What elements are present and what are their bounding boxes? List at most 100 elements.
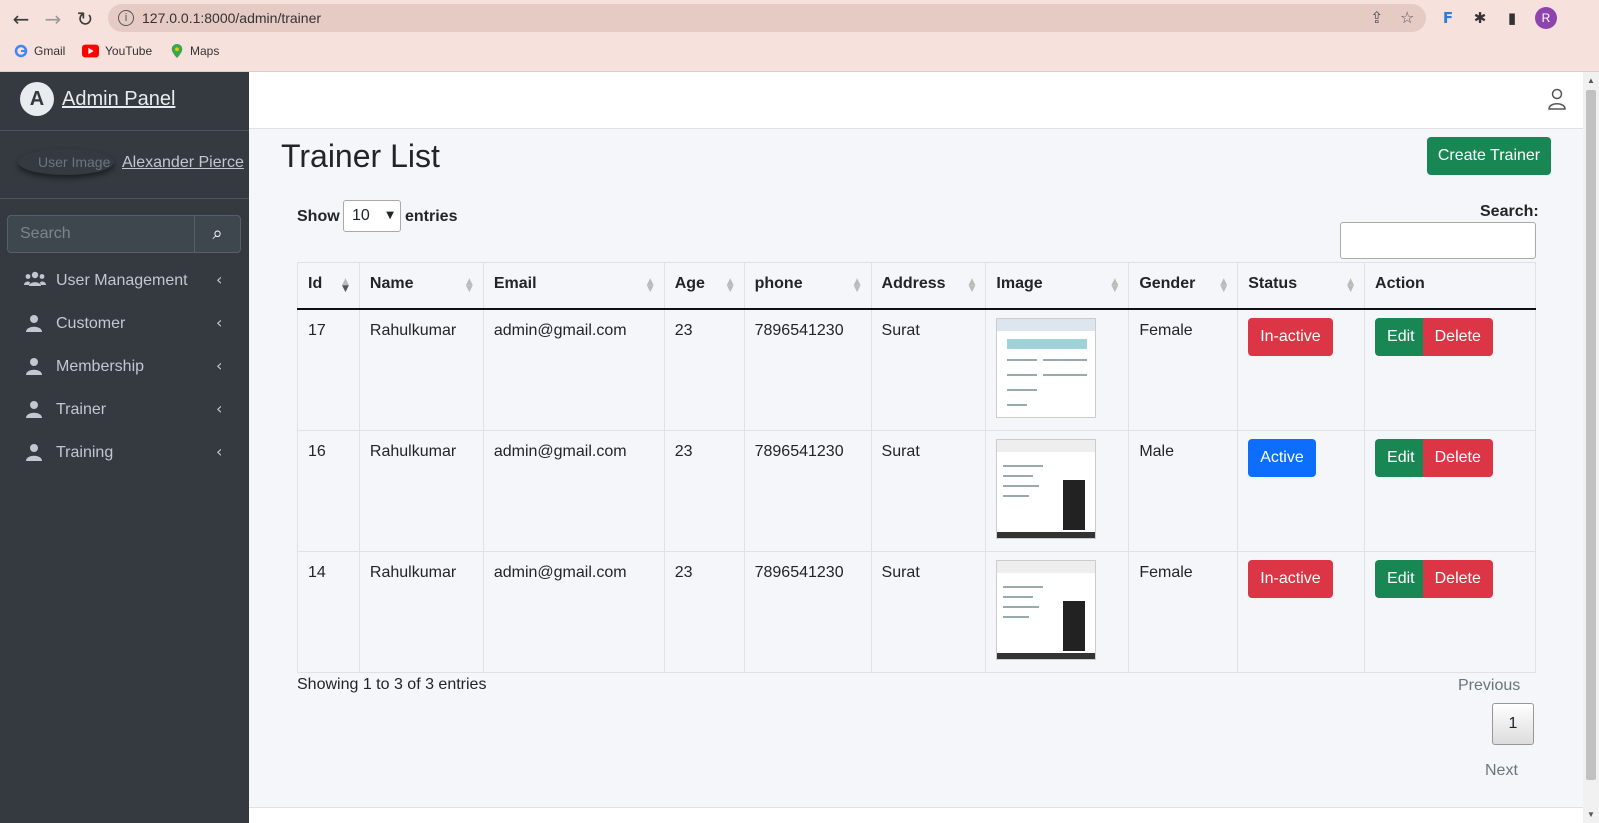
column-header-gender[interactable]: Gender ▲ ▼ — [1128, 262, 1239, 310]
back-icon[interactable]: ← — [10, 8, 32, 30]
cell-gender: Male — [1128, 429, 1239, 552]
column-header-email[interactable]: Email ▲ ▼ — [482, 262, 665, 310]
profile-avatar[interactable]: R — [1535, 7, 1557, 29]
sidebar-item-trainer[interactable]: Trainer ‹ — [8, 391, 240, 429]
create-trainer-button[interactable]: Create Trainer — [1427, 137, 1551, 175]
sidebar-search: ⌕ — [7, 215, 241, 253]
user-name-link[interactable]: Alexander Pierce — [122, 154, 244, 172]
forward-icon[interactable]: → — [42, 8, 64, 30]
cell-image — [985, 550, 1130, 673]
table-header-row: Id ▲ ▼ Name ▲ ▼ Email ▲ ▼ Age ▲ ▼ phone ▲ ▼ Addres… — [297, 262, 1536, 310]
column-header-image[interactable]: Image ▲ ▼ — [985, 262, 1130, 310]
sort-icon: ▲ ▼ — [1111, 277, 1119, 294]
chevron-left-icon: ‹ — [216, 356, 223, 375]
scroll-down-icon[interactable]: ▼ — [1587, 810, 1595, 819]
browser-toolbar: ← → ↻ i 127.0.0.1:8000/admin/trainer ⇪ ☆… — [0, 0, 1599, 72]
footer — [249, 807, 1583, 823]
trainer-image — [996, 317, 1097, 418]
chevron-left-icon: ‹ — [216, 442, 223, 461]
extension-icon[interactable]: F — [1438, 8, 1458, 28]
reload-icon[interactable]: ↻ — [74, 8, 96, 30]
entries-length-select[interactable]: 10 ▼ — [343, 200, 401, 232]
search-icon[interactable]: ⌕ — [195, 216, 240, 252]
maps-icon — [171, 44, 183, 58]
brand[interactable]: A Admin Panel — [0, 72, 249, 131]
sort-icon: ▲ ▼ — [465, 277, 473, 294]
sort-icon: ▲ ▼ — [1220, 277, 1228, 294]
search-label: Search: — [1480, 203, 1539, 220]
star-icon[interactable]: ☆ — [1400, 8, 1414, 27]
pagination-page-1[interactable]: 1 — [1492, 703, 1534, 745]
column-header-name[interactable]: Name ▲ ▼ — [358, 262, 484, 310]
trainer-image — [996, 438, 1097, 539]
user-icon — [24, 400, 44, 420]
column-header-age[interactable]: Age ▲ ▼ — [663, 262, 745, 310]
pagination-next[interactable]: Next — [1485, 762, 1518, 780]
delete-button[interactable]: Delete — [1422, 317, 1493, 356]
user-icon — [24, 357, 44, 377]
column-header-phone[interactable]: phone ▲ ▼ — [743, 262, 872, 310]
cell-action: Edit Delete — [1364, 308, 1536, 431]
cell-age: 23 — [663, 550, 745, 673]
column-header-status[interactable]: Status ▲ ▼ — [1237, 262, 1366, 310]
sidebar-search-input[interactable] — [8, 216, 195, 252]
user-image: User Image — [18, 149, 114, 175]
scroll-thumb[interactable] — [1586, 90, 1596, 780]
edit-button[interactable]: Edit — [1375, 438, 1427, 477]
brand-text[interactable]: Admin Panel — [62, 88, 175, 111]
cell-name: Rahulkumar — [358, 429, 484, 552]
users-icon — [24, 271, 46, 291]
sort-icon: ▲ ▼ — [968, 277, 976, 294]
sidebar-item-membership[interactable]: Membership ‹ — [8, 348, 240, 386]
site-info-icon[interactable]: i — [118, 10, 134, 26]
edit-button[interactable]: Edit — [1375, 559, 1427, 598]
bookmark-gmail[interactable]: Gmail — [14, 44, 65, 58]
sidebar-item-user-management[interactable]: User Management ‹ — [8, 262, 240, 300]
scroll-up-icon[interactable]: ▲ — [1587, 76, 1595, 85]
cell-id: 16 — [297, 429, 360, 552]
cell-image — [985, 429, 1130, 552]
sidebar-item-training[interactable]: Training ‹ — [8, 434, 240, 472]
cell-email: admin@gmail.com — [482, 550, 665, 673]
column-header-address[interactable]: Address ▲ ▼ — [870, 262, 987, 310]
pagination-previous[interactable]: Previous — [1458, 677, 1520, 695]
cell-name: Rahulkumar — [358, 550, 484, 673]
cell-status: In-active — [1237, 308, 1366, 431]
page-scrollbar[interactable]: ▲ ▼ — [1583, 72, 1599, 823]
bookmark-maps[interactable]: Maps — [170, 44, 219, 58]
puzzle-icon[interactable]: ✱ — [1470, 8, 1490, 28]
side-panel-icon[interactable]: ▮ — [1502, 8, 1522, 28]
user-menu-icon[interactable] — [1547, 88, 1567, 110]
sidebar: A Admin Panel User Image Alexander Pierc… — [0, 72, 249, 823]
delete-button[interactable]: Delete — [1422, 438, 1493, 477]
edit-button[interactable]: Edit — [1375, 317, 1427, 356]
table-search-input[interactable] — [1340, 222, 1536, 259]
brand-logo: A — [20, 82, 54, 116]
address-bar[interactable]: i 127.0.0.1:8000/admin/trainer ⇪ ☆ — [108, 4, 1426, 32]
user-icon — [24, 443, 44, 463]
top-navbar — [249, 72, 1583, 129]
cell-address: Surat — [870, 429, 987, 552]
cell-action: Edit Delete — [1364, 429, 1536, 552]
cell-phone: 7896541230 — [743, 550, 872, 673]
url-text: 127.0.0.1:8000/admin/trainer — [142, 10, 322, 26]
bookmark-youtube[interactable]: YouTube — [82, 44, 152, 58]
chevron-down-icon: ▼ — [386, 210, 394, 221]
share-icon[interactable]: ⇪ — [1370, 8, 1383, 27]
cell-phone: 7896541230 — [743, 308, 872, 431]
status-badge[interactable]: In-active — [1248, 317, 1333, 356]
cell-address: Surat — [870, 550, 987, 673]
google-icon — [14, 44, 28, 58]
delete-button[interactable]: Delete — [1422, 559, 1493, 598]
cell-age: 23 — [663, 429, 745, 552]
page-title: Trainer List — [281, 138, 440, 174]
column-header-id[interactable]: Id ▲ ▼ — [297, 262, 360, 310]
status-badge[interactable]: Active — [1248, 438, 1316, 477]
cell-age: 23 — [663, 308, 745, 431]
status-badge[interactable]: In-active — [1248, 559, 1333, 598]
sort-icon: ▲ ▼ — [341, 277, 349, 294]
cell-phone: 7896541230 — [743, 429, 872, 552]
cell-email: admin@gmail.com — [482, 429, 665, 552]
sort-icon: ▲ ▼ — [646, 277, 654, 294]
sidebar-item-customer[interactable]: Customer ‹ — [8, 305, 240, 343]
